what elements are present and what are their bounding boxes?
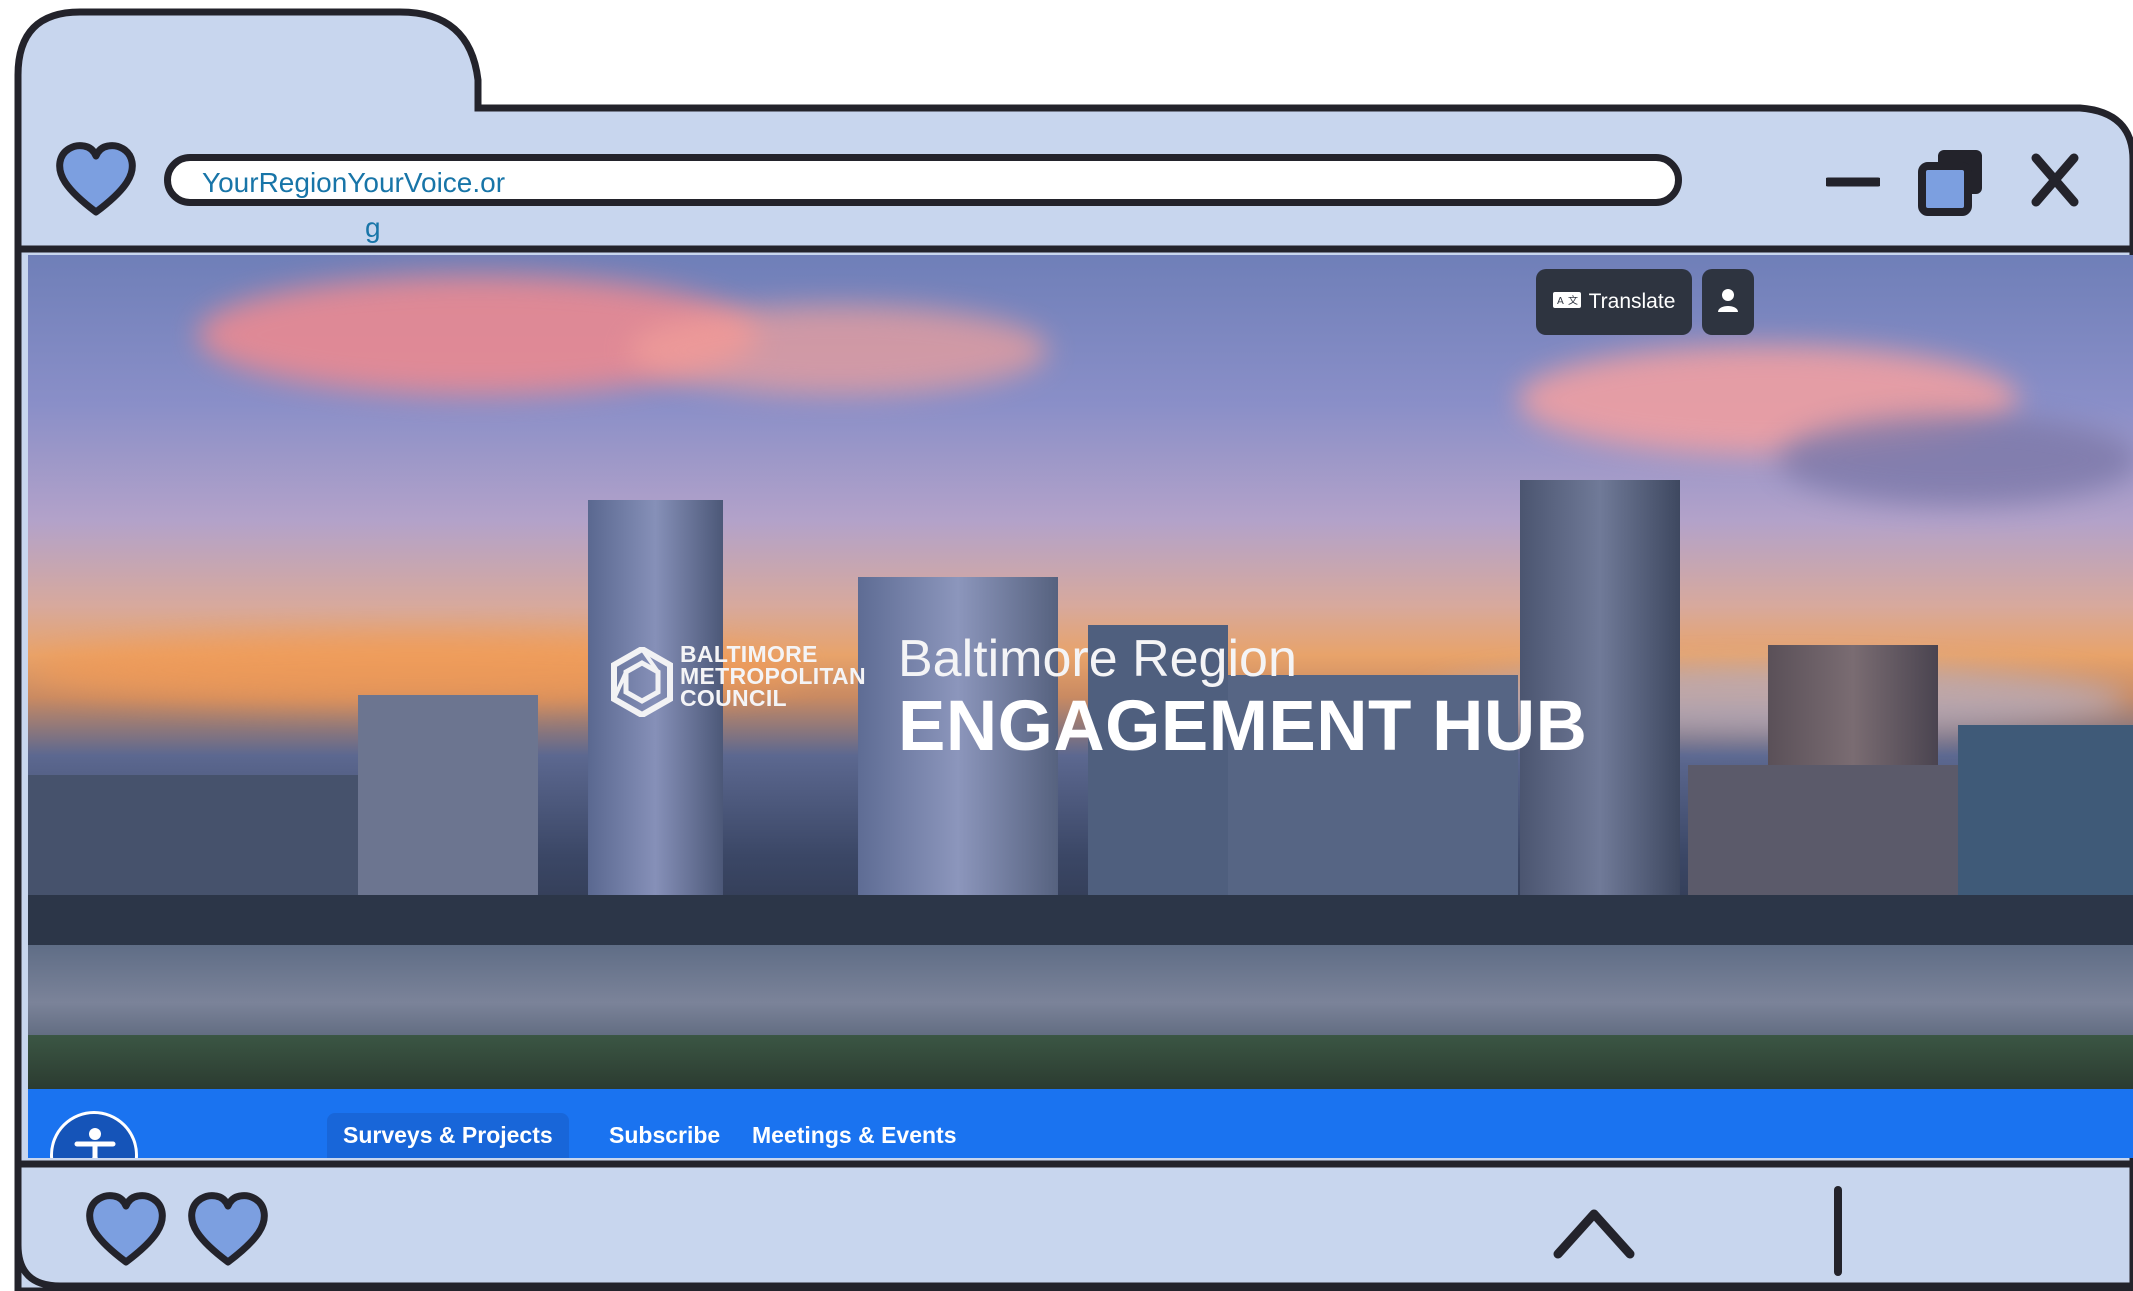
bmc-line: BALTIMORE: [680, 641, 818, 667]
building: [358, 695, 538, 925]
close-icon[interactable]: [2030, 152, 2080, 213]
translate-icon: A文: [1552, 290, 1581, 314]
nav-meetings-events[interactable]: Meetings & Events: [736, 1113, 973, 1158]
user-icon: [1717, 288, 1739, 317]
bmc-line: COUNCIL: [680, 685, 787, 711]
accessibility-icon: [73, 1126, 117, 1158]
cloud: [1778, 415, 2133, 505]
heart-icon[interactable]: [84, 1192, 168, 1273]
translate-button[interactable]: A文 Translate: [1536, 269, 1692, 335]
minimize-icon[interactable]: [1823, 162, 1883, 207]
cloud: [628, 305, 1048, 395]
bmc-wordmark: BALTIMORE METROPOLITAN COUNCIL: [680, 641, 866, 711]
url-text-wrap: g: [365, 212, 381, 243]
hero-title: ENGAGEMENT HUB: [898, 687, 1588, 766]
heart-icon[interactable]: [54, 142, 138, 223]
heart-icon[interactable]: [186, 1192, 270, 1273]
nav-surveys-projects[interactable]: Surveys & Projects: [327, 1113, 569, 1158]
chevron-up-icon[interactable]: [1552, 1200, 1636, 1265]
bmc-line: METROPOLITAN: [680, 663, 866, 689]
web-viewport: A文 Translate BALTIMORE METROPOLITAN COUN…: [28, 255, 2133, 1158]
restore-icon[interactable]: [1916, 146, 1988, 221]
divider-line: [1830, 1186, 1846, 1281]
bmc-logo-icon: [610, 645, 674, 722]
url-text[interactable]: YourRegionYourVoice.or: [202, 160, 552, 206]
svg-text:A: A: [1557, 296, 1564, 307]
svg-text:文: 文: [1568, 294, 1578, 307]
nav-subscribe[interactable]: Subscribe: [593, 1113, 736, 1158]
account-button[interactable]: [1702, 269, 1754, 335]
trees: [28, 1035, 2133, 1089]
hero-subtitle: Baltimore Region: [898, 630, 1297, 688]
translate-label: Translate: [1588, 290, 1676, 313]
hero-banner: A文 Translate BALTIMORE METROPOLITAN COUN…: [28, 255, 2133, 1089]
